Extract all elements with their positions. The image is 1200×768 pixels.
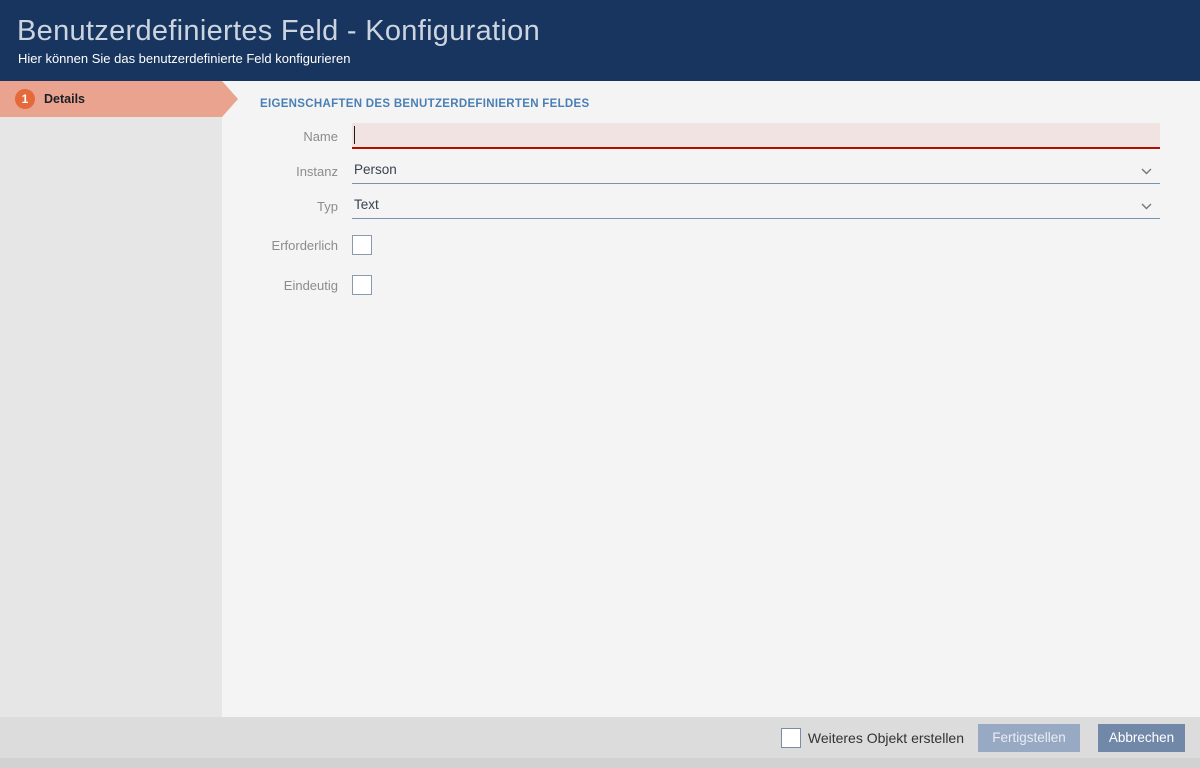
create-another-checkbox[interactable] [781, 728, 801, 748]
wizard-steps-sidebar: 1 Details [0, 81, 222, 717]
dialog-header: Benutzerdefiniertes Feld - Konfiguration… [0, 0, 1200, 81]
form-panel: EIGENSCHAFTEN DES BENUTZERDEFINIERTEN FE… [222, 81, 1200, 717]
erforderlich-row: Erforderlich [260, 235, 1160, 255]
eindeutig-row: Eindeutig [260, 275, 1160, 295]
dialog-title: Benutzerdefiniertes Feld - Konfiguration [17, 13, 1180, 49]
eindeutig-checkbox[interactable] [352, 275, 372, 295]
step-label: Details [44, 92, 85, 106]
section-heading: EIGENSCHAFTEN DES BENUTZERDEFINIERTEN FE… [260, 98, 1160, 110]
custom-field-form: Name Instanz Person Typ Text [260, 123, 1160, 295]
erforderlich-checkbox[interactable] [352, 235, 372, 255]
typ-selected-value: Text [354, 197, 379, 212]
instanz-row: Instanz Person [260, 158, 1160, 184]
dialog-subtitle: Hier können Sie das benutzerdefinierte F… [18, 51, 1180, 66]
instanz-selected-value: Person [354, 162, 397, 177]
name-label: Name [260, 129, 338, 144]
name-input[interactable] [352, 123, 1160, 149]
erforderlich-label: Erforderlich [260, 238, 338, 253]
instanz-select[interactable]: Person [352, 158, 1160, 184]
step-arrow-icon [222, 81, 238, 117]
dialog-window: Benutzerdefiniertes Feld - Konfiguration… [0, 0, 1200, 768]
step-number-badge: 1 [15, 89, 35, 109]
typ-row: Typ Text [260, 193, 1160, 219]
finish-button[interactable]: Fertigstellen [978, 724, 1080, 752]
typ-select[interactable]: Text [352, 193, 1160, 219]
dialog-body: 1 Details EIGENSCHAFTEN DES BENUTZERDEFI… [0, 81, 1200, 717]
cancel-button[interactable]: Abbrechen [1098, 724, 1185, 752]
create-another-label: Weiteres Objekt erstellen [808, 730, 964, 746]
chevron-down-icon [1141, 203, 1152, 210]
typ-label: Typ [260, 199, 338, 214]
eindeutig-label: Eindeutig [260, 278, 338, 293]
wizard-step-details[interactable]: 1 Details [0, 81, 222, 117]
name-row: Name [260, 123, 1160, 149]
instanz-label: Instanz [260, 164, 338, 179]
chevron-down-icon [1141, 168, 1152, 175]
text-caret [354, 126, 355, 144]
dialog-footer: Weiteres Objekt erstellen Fertigstellen … [0, 717, 1200, 768]
